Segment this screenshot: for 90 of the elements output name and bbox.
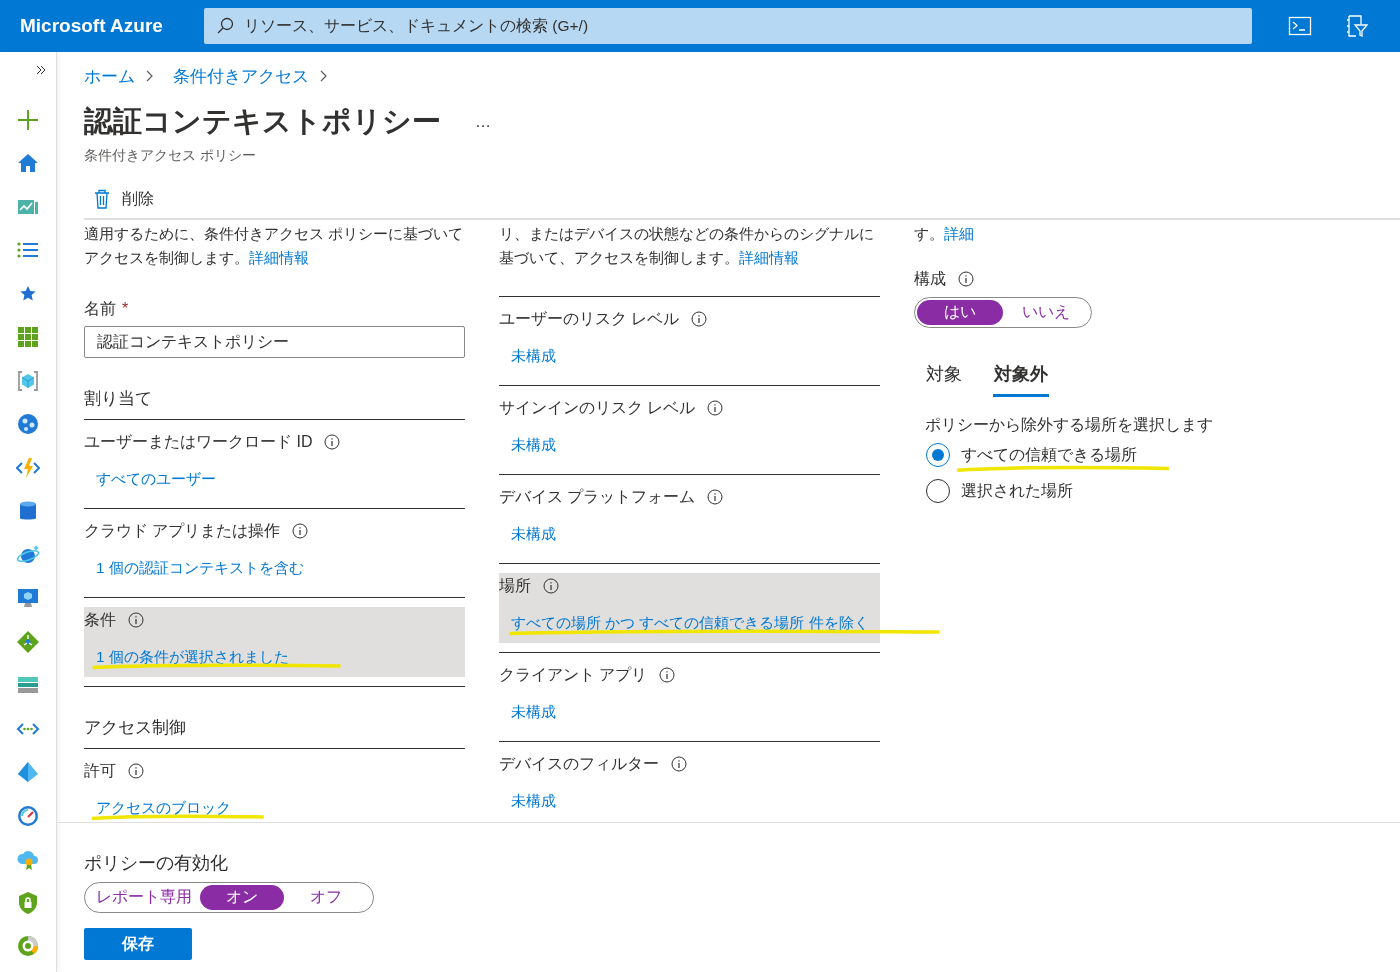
setting-row[interactable]: 条件 1 個の条件が選択されました: [84, 607, 465, 677]
filter-icon[interactable]: [1344, 14, 1368, 38]
plus-icon[interactable]: [16, 107, 40, 132]
delete-button[interactable]: 削除: [84, 183, 164, 215]
more-button[interactable]: …: [471, 113, 495, 131]
info-icon[interactable]: [707, 489, 724, 505]
coin-icon[interactable]: [16, 934, 40, 959]
learn-more-link[interactable]: 詳細: [944, 226, 974, 242]
trash-icon: [94, 189, 110, 209]
info-icon[interactable]: [707, 400, 724, 416]
breadcrumb-link[interactable]: 条件付きアクセス: [173, 64, 309, 88]
setting-row[interactable]: クラウド アプリまたは操作 1 個の認証コンテキストを含む: [84, 518, 465, 588]
setting-value-link[interactable]: 1 個の認証コンテキストを含む: [96, 559, 304, 576]
info-icon[interactable]: [128, 612, 144, 628]
info-icon[interactable]: [324, 434, 341, 450]
setting-label: サインインのリスク レベル: [499, 398, 696, 418]
setting-label: 場所: [499, 576, 531, 596]
lightning-icon[interactable]: [16, 455, 40, 480]
gauge-icon[interactable]: [16, 803, 40, 828]
setting-value-link[interactable]: すべての場所 かつ すべての信頼できる場所 件を除く: [511, 614, 869, 631]
description-text: 適用するために、条件付きアクセス ポリシーに基づいてアクセスを制御します。詳細情報: [84, 225, 465, 268]
setting-label: クライアント アプリ: [499, 665, 648, 685]
brand-name[interactable]: Microsoft Azure: [20, 15, 204, 37]
toggle-option[interactable]: いいえ: [1003, 300, 1089, 325]
setting-value-link[interactable]: 未構成: [511, 525, 556, 542]
globe-icon[interactable]: [16, 412, 40, 437]
section-heading: アクセス制御: [84, 717, 187, 738]
setting-row[interactable]: デバイスのフィルター 未構成: [499, 751, 880, 821]
setting-row[interactable]: 場所 すべての場所 かつ すべての信頼できる場所 件を除く: [499, 573, 880, 643]
required-mark: *: [122, 299, 129, 319]
setting-row[interactable]: 許可 アクセスのブロック: [84, 758, 465, 822]
toggle-option[interactable]: オン: [200, 885, 284, 910]
pyramid-icon[interactable]: [16, 760, 40, 785]
grid-icon[interactable]: [16, 325, 40, 350]
chevron-icon: [145, 70, 153, 82]
learn-more-link[interactable]: 詳細情報: [739, 250, 799, 266]
name-field[interactable]: 認証コンテキストポリシー: [84, 326, 465, 358]
section-heading: 割り当て: [84, 388, 153, 409]
setting-label: 条件: [84, 610, 116, 630]
instruction-text: ポリシーから除外する場所を選択します: [925, 415, 1214, 435]
tab[interactable]: 対象外: [993, 362, 1049, 397]
setting-row[interactable]: ユーザーのリスク レベル 未構成: [499, 306, 880, 376]
terminal-icon[interactable]: [1288, 14, 1312, 38]
setting-value-link[interactable]: 未構成: [511, 703, 556, 720]
info-icon[interactable]: [671, 756, 687, 772]
info-icon[interactable]: [958, 271, 974, 287]
page-title: 認証コンテキストポリシー: [84, 104, 441, 139]
description-text: す。詳細: [914, 225, 975, 244]
shield-icon[interactable]: [16, 890, 40, 915]
breadcrumb-link[interactable]: ホーム: [84, 64, 135, 88]
info-icon[interactable]: [691, 311, 708, 327]
search-icon: [216, 17, 234, 35]
setting-row[interactable]: デバイス プラットフォーム 未構成: [499, 484, 880, 554]
info-icon[interactable]: [659, 667, 676, 683]
setting-label: 許可: [84, 761, 116, 781]
setting-value-link[interactable]: 未構成: [511, 347, 556, 364]
setting-value-link[interactable]: 1 個の条件が選択されました: [96, 648, 289, 665]
info-icon[interactable]: [292, 523, 309, 539]
setting-row[interactable]: サインインのリスク レベル 未構成: [499, 395, 880, 465]
save-button[interactable]: 保存: [84, 928, 192, 960]
setting-row[interactable]: ユーザーまたはワークロード ID すべてのユーザー: [84, 429, 465, 499]
chevron-icon: [319, 70, 327, 82]
setting-label: ユーザーまたはワークロード ID: [84, 432, 313, 452]
setting-value-link[interactable]: アクセスのブロック: [96, 799, 231, 816]
field-label: 名前: [84, 299, 116, 319]
radio-label[interactable]: 選択された場所: [961, 482, 1073, 499]
setting-label: 構成: [914, 269, 946, 289]
expand-icon[interactable]: [35, 64, 47, 76]
search-field[interactable]: リソース、サービス、ドキュメントの検索 (G+/): [204, 8, 1252, 44]
setting-value-link[interactable]: 未構成: [511, 792, 556, 809]
radio-label[interactable]: すべての信頼できる場所: [961, 446, 1137, 463]
tab[interactable]: 対象: [925, 362, 963, 397]
learn-more-link[interactable]: 詳細情報: [249, 250, 309, 266]
toggle-option[interactable]: はい: [917, 300, 1003, 325]
setting-label: クラウド アプリまたは操作: [84, 521, 281, 541]
setting-value-link[interactable]: すべてのユーザー: [96, 470, 216, 487]
setting-label: デバイスのフィルター: [499, 754, 659, 774]
section-label: ポリシーの有効化: [84, 852, 229, 875]
description-text: リ、またはデバイスの状態などの条件からのシグナルに基づいて、アクセスを制御します。詳細情報: [499, 225, 875, 268]
page-subtitle: 条件付きアクセス ポリシー: [84, 146, 257, 165]
setting-label: ユーザーのリスク レベル: [499, 309, 680, 329]
diamond-icon[interactable]: [16, 629, 40, 654]
info-icon[interactable]: [128, 763, 144, 779]
setting-label: デバイス プラットフォーム: [499, 487, 696, 507]
setting-row[interactable]: クライアント アプリ 未構成: [499, 662, 880, 732]
toggle-option[interactable]: レポート専用: [88, 885, 200, 910]
toggle-option[interactable]: オフ: [284, 885, 368, 910]
cube-icon[interactable]: [16, 368, 40, 393]
setting-value-link[interactable]: 未構成: [511, 436, 556, 453]
info-icon[interactable]: [543, 578, 559, 594]
